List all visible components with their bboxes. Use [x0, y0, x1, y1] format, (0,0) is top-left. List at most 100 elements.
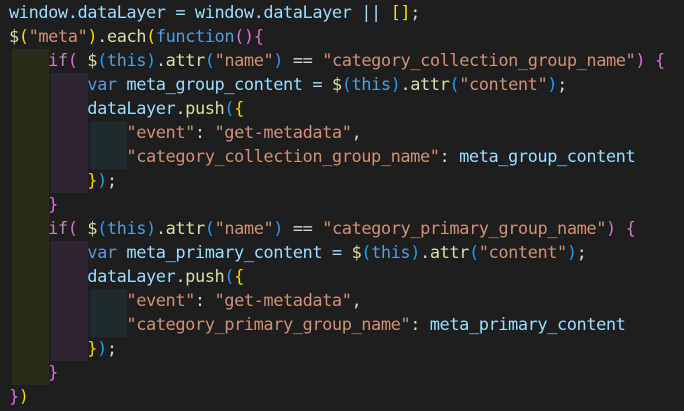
code-token: dataLayer	[87, 267, 176, 287]
code-line[interactable]: "event": "get-metadata",	[0, 121, 684, 145]
code-token: )	[410, 243, 421, 263]
code-token: }	[87, 171, 98, 191]
code-text: "category_collection_group_name": meta_g…	[9, 145, 635, 169]
code-token: )	[97, 171, 107, 191]
code-token: .	[400, 75, 411, 95]
indentation	[9, 147, 126, 167]
code-token: .	[155, 51, 166, 71]
code-token: attr	[165, 219, 206, 239]
code-line[interactable]: dataLayer.push({	[0, 97, 684, 121]
code-text: var meta_primary_content = $(this).attr(…	[9, 241, 587, 265]
code-line[interactable]: var meta_group_content = $(this).attr("c…	[0, 73, 684, 97]
code-token: $	[331, 75, 342, 95]
code-token: if	[48, 51, 68, 71]
code-line[interactable]: }	[0, 361, 684, 385]
code-text: if( $(this).attr("name") == "category_co…	[9, 49, 665, 73]
code-token: :	[194, 123, 215, 143]
code-token: "event"	[126, 123, 195, 143]
code-token: )	[605, 219, 616, 239]
code-token: {	[234, 99, 244, 119]
code-line[interactable]: "category_primary_group_name": meta_prim…	[0, 313, 684, 337]
indentation	[9, 219, 48, 239]
code-token: "get-metadata"	[214, 123, 352, 143]
code-text: }	[9, 361, 58, 385]
code-token: :	[439, 147, 460, 167]
code-line[interactable]: })	[0, 385, 684, 409]
code-token: )	[390, 75, 401, 95]
code-token: .	[420, 243, 430, 263]
code-line[interactable]: var meta_primary_content = $(this).attr(…	[0, 241, 684, 265]
code-token: this	[106, 219, 147, 239]
code-token: "category_collection_group_name"	[126, 147, 440, 167]
code-token: (	[341, 75, 352, 95]
code-token: )	[273, 219, 284, 239]
code-token: "category_primary_group_name"	[126, 315, 411, 335]
indentation	[9, 339, 87, 359]
code-token: meta_primary_content =	[116, 243, 352, 263]
code-line[interactable]: window.dataLayer = window.dataLayer || […	[0, 1, 684, 25]
indentation	[9, 291, 126, 311]
code-token: attr	[165, 51, 206, 71]
code-token: "meta"	[28, 27, 88, 47]
code-token: (	[67, 51, 88, 71]
indentation	[9, 123, 126, 143]
code-token: this	[371, 243, 411, 263]
indentation	[9, 171, 87, 191]
code-token: ;	[576, 243, 587, 263]
code-token: )	[635, 51, 646, 71]
indentation	[9, 267, 87, 287]
code-token: (	[468, 243, 479, 263]
code-token: .	[97, 27, 107, 47]
code-line[interactable]: });	[0, 169, 684, 193]
code-token: $	[9, 27, 19, 47]
code-token: )	[18, 387, 29, 407]
code-token: "name"	[214, 51, 274, 71]
code-token: push	[185, 267, 225, 287]
code-token: if	[48, 219, 68, 239]
code-line[interactable]: });	[0, 337, 684, 361]
code-token: (	[97, 51, 107, 71]
code-token: meta_group_content =	[116, 75, 332, 95]
code-token: {	[253, 27, 264, 47]
code-text: dataLayer.push({	[9, 265, 244, 289]
code-line[interactable]: $("meta").each(function(){	[0, 25, 684, 49]
code-line[interactable]: if( $(this).attr("name") == "category_co…	[0, 49, 684, 73]
code-token: push	[185, 99, 225, 119]
code-line[interactable]: if( $(this).attr("name") == "category_pr…	[0, 217, 684, 241]
code-line[interactable]: "event": "get-metadata",	[0, 289, 684, 313]
code-text: dataLayer.push({	[9, 97, 244, 121]
code-line[interactable]: dataLayer.push({	[0, 265, 684, 289]
code-token: attr	[410, 75, 450, 95]
code-token: )	[273, 51, 284, 71]
code-text: "event": "get-metadata",	[9, 121, 361, 145]
code-line[interactable]: "category_collection_group_name": meta_g…	[0, 145, 684, 169]
code-editor[interactable]: window.dataLayer = window.dataLayer || […	[0, 0, 684, 411]
indentation	[9, 51, 48, 71]
code-token: )	[146, 219, 156, 239]
code-text: "category_primary_group_name": meta_prim…	[9, 313, 625, 337]
code-token: dataLayer	[87, 99, 176, 119]
code-token: :	[410, 315, 430, 335]
code-token: ;	[106, 171, 117, 191]
code-line[interactable]: }	[0, 193, 684, 217]
code-token: window.dataLayer = window.dataLayer ||	[9, 3, 391, 23]
code-token: (	[18, 27, 29, 47]
code-token: ;	[106, 339, 117, 359]
code-token: "category_collection_group_name"	[322, 51, 636, 71]
code-token: $	[351, 243, 362, 263]
code-token: ()	[234, 27, 254, 47]
code-token: }	[87, 339, 98, 359]
code-token: (	[204, 219, 215, 239]
code-token: ==	[283, 51, 323, 71]
code-token: (	[361, 243, 372, 263]
code-token: .	[175, 267, 186, 287]
code-text: }	[9, 193, 58, 217]
code-token: {	[625, 219, 636, 239]
code-token: ,	[351, 123, 362, 143]
code-token: each	[106, 27, 147, 47]
indentation	[9, 195, 48, 215]
code-token: $	[87, 51, 98, 71]
code-token: (	[449, 75, 460, 95]
